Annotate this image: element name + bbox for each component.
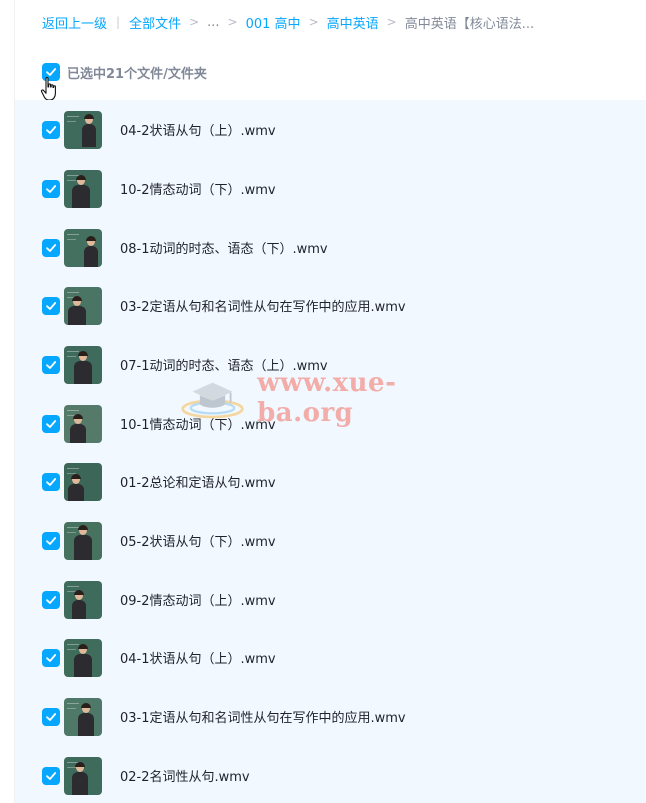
check-icon	[46, 712, 57, 721]
check-icon	[46, 595, 57, 604]
file-row[interactable]: 08-1动词的时态、语态（下）.wmv	[15, 218, 646, 277]
check-icon	[46, 125, 57, 134]
file-row[interactable]: 10-2情态动词（下）.wmv	[15, 159, 646, 218]
hand-cursor-icon	[40, 77, 56, 101]
file-name[interactable]: 02-2名词性从句.wmv	[120, 766, 250, 785]
video-thumbnail[interactable]	[64, 228, 102, 267]
check-icon	[46, 243, 57, 252]
breadcrumb: 返回上一级 | 全部文件 > ... > 001 高中 > 高中英语 > 高中英…	[42, 12, 534, 32]
file-row[interactable]: 03-1定语从句和名词性从句在写作中的应用.wmv	[15, 687, 646, 746]
video-thumbnail[interactable]	[64, 580, 102, 619]
file-list: 04-2状语从句（上）.wmv 10-2情态动词（下）.wmv 08-1动词的时态、…	[15, 100, 646, 803]
file-name[interactable]: 08-1动词的时态、语态（下）.wmv	[120, 238, 328, 257]
check-icon	[46, 301, 57, 310]
file-checkbox[interactable]	[42, 120, 60, 139]
video-thumbnail[interactable]	[64, 169, 102, 208]
video-thumbnail[interactable]	[64, 286, 102, 325]
file-checkbox[interactable]	[42, 531, 60, 550]
file-row[interactable]: 01-2总论和定语从句.wmv	[15, 452, 646, 511]
breadcrumb-divider: |	[116, 15, 121, 29]
breadcrumb-ellipsis[interactable]: ...	[207, 15, 219, 30]
file-row[interactable]: 04-2状语从句（上）.wmv	[15, 100, 646, 159]
video-thumbnail[interactable]	[64, 404, 102, 443]
breadcrumb-english[interactable]: 高中英语	[327, 13, 379, 32]
check-icon	[46, 653, 57, 662]
chevron-right-icon: >	[189, 15, 200, 29]
chevron-right-icon: >	[308, 15, 319, 29]
video-thumbnail[interactable]	[64, 638, 102, 677]
file-row[interactable]: 02-2名词性从句.wmv	[15, 746, 646, 803]
chevron-right-icon: >	[386, 15, 397, 29]
file-name[interactable]: 03-2定语从句和名词性从句在写作中的应用.wmv	[120, 296, 406, 315]
check-icon	[46, 536, 57, 545]
check-icon	[46, 360, 57, 369]
file-name[interactable]: 10-1情态动词（下）.wmv	[120, 414, 276, 433]
file-name[interactable]: 04-1状语从句（上）.wmv	[120, 648, 276, 667]
file-row[interactable]: 05-2状语从句（下）.wmv	[15, 511, 646, 570]
check-icon	[46, 419, 57, 428]
file-row[interactable]: 03-2定语从句和名词性从句在写作中的应用.wmv	[15, 276, 646, 335]
file-checkbox[interactable]	[42, 414, 60, 433]
video-thumbnail[interactable]	[64, 697, 102, 736]
file-checkbox[interactable]	[42, 707, 60, 726]
file-checkbox[interactable]	[42, 472, 60, 491]
selection-count-label: 已选中21个文件/文件夹	[67, 66, 207, 82]
file-checkbox[interactable]	[42, 648, 60, 667]
video-thumbnail[interactable]	[64, 462, 102, 501]
breadcrumb-all-files[interactable]: 全部文件	[129, 13, 181, 32]
file-checkbox[interactable]	[42, 766, 60, 785]
breadcrumb-high-school[interactable]: 001 高中	[246, 13, 301, 32]
chevron-right-icon: >	[227, 15, 238, 29]
check-icon	[46, 477, 57, 486]
file-checkbox[interactable]	[42, 355, 60, 374]
check-icon	[46, 184, 57, 193]
file-name[interactable]: 10-2情态动词（下）.wmv	[120, 179, 276, 198]
video-thumbnail[interactable]	[64, 521, 102, 560]
select-all-bar: 已选中21个文件/文件夹	[42, 62, 207, 82]
file-name[interactable]: 07-1动词的时态、语态（上）.wmv	[120, 355, 328, 374]
file-row[interactable]: 07-1动词的时态、语态（上）.wmv	[15, 335, 646, 394]
file-name[interactable]: 05-2状语从句（下）.wmv	[120, 531, 276, 550]
file-row[interactable]: 10-1情态动词（下）.wmv	[15, 394, 646, 453]
file-checkbox[interactable]	[42, 179, 60, 198]
video-thumbnail[interactable]	[64, 756, 102, 795]
breadcrumb-current: 高中英语【核心语法...	[404, 16, 535, 32]
file-checkbox[interactable]	[42, 590, 60, 609]
file-checkbox[interactable]	[42, 296, 60, 315]
file-name[interactable]: 03-1定语从句和名词性从句在写作中的应用.wmv	[120, 707, 406, 726]
video-thumbnail[interactable]	[64, 110, 102, 149]
file-name[interactable]: 09-2情态动词（上）.wmv	[120, 590, 276, 609]
check-icon	[46, 771, 57, 780]
file-name[interactable]: 04-2状语从句（上）.wmv	[120, 120, 276, 139]
video-thumbnail[interactable]	[64, 345, 102, 384]
file-name[interactable]: 01-2总论和定语从句.wmv	[120, 472, 276, 491]
back-link[interactable]: 返回上一级	[42, 13, 107, 32]
file-row[interactable]: 04-1状语从句（上）.wmv	[15, 628, 646, 687]
file-row[interactable]: 09-2情态动词（上）.wmv	[15, 570, 646, 629]
file-checkbox[interactable]	[42, 238, 60, 257]
